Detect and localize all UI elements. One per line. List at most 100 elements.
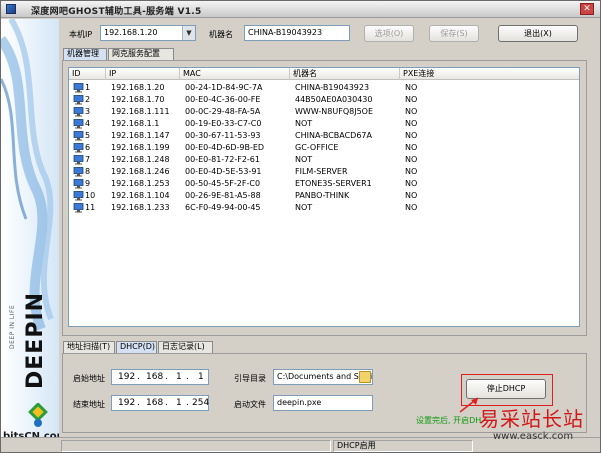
cell-mac: 6C-F0-49-94-00-45 xyxy=(185,203,261,212)
cell-id: 5 xyxy=(85,131,91,140)
machine-name-field[interactable]: CHINA-B19043923 xyxy=(244,25,350,41)
cell-pxe: NO xyxy=(405,119,418,128)
cell-ip: 192.168.1.246 xyxy=(111,167,170,176)
start-ip-octet-3[interactable]: 1 xyxy=(176,370,182,384)
column-mac[interactable]: MAC xyxy=(180,68,290,80)
column-machine-name[interactable]: 机器名 xyxy=(290,68,400,80)
start-ip-octet-1[interactable]: 192 xyxy=(118,370,135,384)
cell-id: 9 xyxy=(85,179,91,188)
options-button[interactable]: 选项(O) xyxy=(364,25,414,42)
table-row[interactable]: 9 192.168.1.253 00-50-45-5F-2F-C0 ETONE3S-S… xyxy=(69,178,579,190)
table-row[interactable]: 6 192.168.1.199 00-E0-4D-6D-9B-ED GC-OFFICE… xyxy=(69,142,579,154)
table-row[interactable]: 11 192.168.1.233 6C-F0-49-94-00-45 NOT NO xyxy=(69,202,579,214)
end-ip-octet-4[interactable]: 254 xyxy=(192,396,209,410)
cell-name: NOT xyxy=(295,203,313,212)
brand-panel: DEEP IN LIFE DEEPIN bitsCN.com xyxy=(1,19,59,439)
main-window: 深度网吧GHOST辅助工具-服务端 V1.5 ✕ DEEP IN LIFE DE… xyxy=(0,0,601,453)
cell-mac: 00-E0-4D-6D-9B-ED xyxy=(185,143,265,152)
window-close-icon[interactable]: ✕ xyxy=(580,3,594,15)
title-bar: 深度网吧GHOST辅助工具-服务端 V1.5 ✕ xyxy=(1,1,600,18)
computer-icon xyxy=(73,83,84,93)
annotation-text: 设置完后, 开启DH xyxy=(416,416,482,425)
brand-name: DEEPIN xyxy=(23,291,48,389)
cell-mac: 00-50-45-5F-2F-C0 xyxy=(185,179,261,188)
cell-pxe: NO xyxy=(405,203,418,212)
cell-pxe: NO xyxy=(405,95,418,104)
cell-id: 7 xyxy=(85,155,91,164)
local-ip-value: 192.168.1.20 xyxy=(104,28,158,37)
tab-address-scan[interactable]: 地址扫描(T) xyxy=(63,341,115,353)
boot-file-value: deepin.pxe xyxy=(277,398,322,407)
local-ip-combo[interactable]: 192.168.1.20 ▼ xyxy=(100,25,196,41)
cell-pxe: NO xyxy=(405,143,418,152)
status-pane-dhcp: DHCP启用 xyxy=(333,440,473,452)
end-ip-octet-3[interactable]: 1 xyxy=(176,396,182,410)
cell-name: FILM-SERVER xyxy=(295,167,348,176)
table-row[interactable]: 8 192.168.1.246 00-E0-4D-5E-53-91 FILM-SERV… xyxy=(69,166,579,178)
cell-pxe: NO xyxy=(405,167,418,176)
table-row[interactable]: 7 192.168.1.248 00-E0-81-72-F2-61 NOT NO xyxy=(69,154,579,166)
machine-list[interactable]: ID IP MAC 机器名 PXE连接 1 192.168.1.20 00-24-1… xyxy=(68,67,580,327)
cell-pxe: NO xyxy=(405,155,418,164)
cell-mac: 00-0C-29-48-FA-5A xyxy=(185,107,261,116)
column-pxe[interactable]: PXE连接 xyxy=(400,68,579,80)
cell-ip: 192.168.1.20 xyxy=(111,83,165,92)
cell-id: 10 xyxy=(85,191,96,200)
table-row[interactable]: 4 192.168.1.1 00-19-E0-33-C7-C0 NOT NO xyxy=(69,118,579,130)
cell-ip: 192.168.1.248 xyxy=(111,155,170,164)
start-ip-octet-2[interactable]: 168 xyxy=(146,370,163,384)
start-address-label: 启始地址 xyxy=(73,374,105,383)
boot-file-field[interactable]: deepin.pxe xyxy=(273,395,373,411)
cell-name: NOT xyxy=(295,155,313,164)
end-ip-octet-1[interactable]: 192 xyxy=(118,396,135,410)
cell-mac: 00-26-9E-81-A5-88 xyxy=(185,191,261,200)
table-row[interactable]: 1 192.168.1.20 00-24-1D-84-9C-7A CHINA-B190… xyxy=(69,82,579,94)
chevron-down-icon[interactable]: ▼ xyxy=(182,26,195,40)
cell-pxe: NO xyxy=(405,179,418,188)
exit-button[interactable]: 退出(X) xyxy=(498,25,578,42)
table-row[interactable]: 10 192.168.1.104 00-26-9E-81-A5-88 PANBO-TH… xyxy=(69,190,579,202)
boot-dir-field[interactable]: C:\Documents and Setti xyxy=(273,369,373,385)
column-ip[interactable]: IP xyxy=(106,68,180,80)
cell-pxe: NO xyxy=(405,191,418,200)
cell-mac: 00-E0-81-72-F2-61 xyxy=(185,155,260,164)
window-title: 深度网吧GHOST辅助工具-服务端 V1.5 xyxy=(31,7,202,17)
folder-icon[interactable] xyxy=(359,371,371,383)
cell-mac: 00-30-67-11-53-93 xyxy=(185,131,261,140)
computer-icon xyxy=(73,131,84,141)
tab-machine-management[interactable]: 机器管理 xyxy=(63,48,107,60)
boot-dir-value: C:\Documents and Setti xyxy=(277,372,373,381)
end-ip-octet-2[interactable]: 168 xyxy=(146,396,163,410)
tab-dhcp[interactable]: DHCP(D) xyxy=(116,341,157,353)
cell-id: 3 xyxy=(85,107,91,116)
boot-dir-label: 引导目录 xyxy=(234,374,266,383)
tab-net-clone-config[interactable]: 网克服务配置 xyxy=(108,48,174,60)
cell-name: WWW-N8UFQ8J5OE xyxy=(295,107,374,116)
cell-id: 2 xyxy=(85,95,91,104)
table-row[interactable]: 2 192.168.1.70 00-E0-4C-36-00-FE 44B50AE0A0… xyxy=(69,94,579,106)
start-ip-field[interactable]: 192 . 168 . 1 . 1 xyxy=(111,369,209,385)
cell-mac: 00-19-E0-33-C7-C0 xyxy=(185,119,262,128)
computer-icon xyxy=(73,191,84,201)
table-row[interactable]: 5 192.168.1.147 00-30-67-11-53-93 CHINA-BCB… xyxy=(69,130,579,142)
computer-icon xyxy=(73,107,84,117)
cell-name: CHINA-BCBACD67A xyxy=(295,131,372,140)
cell-ip: 192.168.1.147 xyxy=(111,131,170,140)
tab-log[interactable]: 日志记录(L) xyxy=(158,341,213,353)
cell-ip: 192.168.1.233 xyxy=(111,203,170,212)
cell-name: GC-OFFICE xyxy=(295,143,339,152)
save-button[interactable]: 保存(S) xyxy=(429,25,479,42)
column-id[interactable]: ID xyxy=(69,68,106,80)
cell-ip: 192.168.1.70 xyxy=(111,95,165,104)
site-logo-icon xyxy=(28,403,48,427)
end-ip-field[interactable]: 192 . 168 . 1 . 254 xyxy=(111,395,209,411)
cell-ip: 192.168.1.199 xyxy=(111,143,170,152)
cell-id: 8 xyxy=(85,167,91,176)
boot-file-label: 启动文件 xyxy=(234,400,266,409)
start-ip-octet-4[interactable]: 1 xyxy=(198,370,204,384)
app-icon xyxy=(6,4,16,14)
machine-list-header: ID IP MAC 机器名 PXE连接 xyxy=(69,68,579,80)
cell-name: 44B50AE0A030430 xyxy=(295,95,373,104)
table-row[interactable]: 3 192.168.1.111 00-0C-29-48-FA-5A WWW-N8UFQ… xyxy=(69,106,579,118)
cell-pxe: NO xyxy=(405,107,418,116)
